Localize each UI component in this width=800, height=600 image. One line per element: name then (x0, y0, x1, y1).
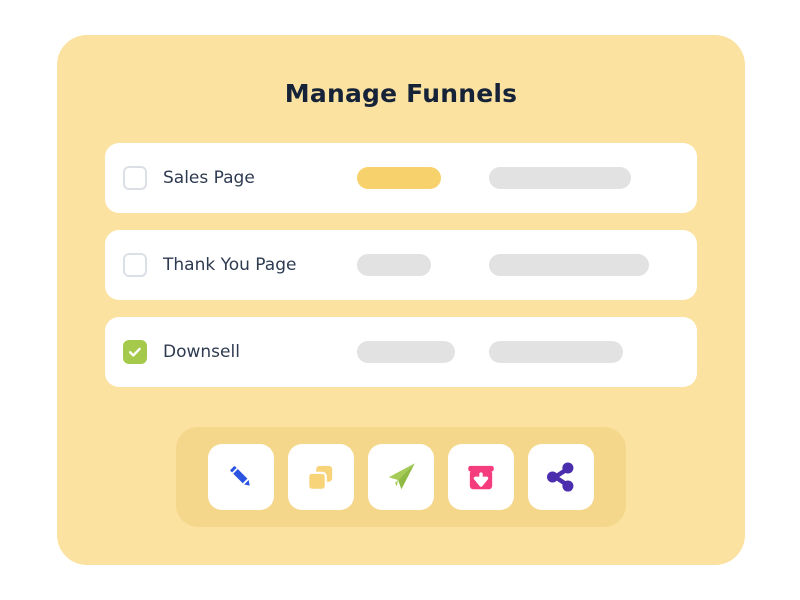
page-title: Manage Funnels (284, 79, 518, 108)
checkbox-empty-icon[interactable] (123, 166, 147, 190)
checkbox-empty-icon[interactable] (123, 253, 147, 277)
duplicate-button[interactable] (288, 444, 354, 510)
paper-plane-icon (388, 463, 415, 490)
status-placeholder-bar (357, 167, 441, 189)
list-item-label: Downsell (163, 342, 240, 362)
meta-placeholder-bar (489, 254, 649, 276)
manage-funnels-panel: Manage Funnels Sales Page Thank You Page (57, 35, 745, 565)
archive-download-icon (468, 465, 494, 490)
list-item-label: Thank You Page (163, 255, 297, 275)
funnel-list: Sales Page Thank You Page Downsell (105, 143, 697, 404)
list-item-label: Sales Page (163, 168, 255, 188)
copy-icon (307, 465, 333, 491)
status-placeholder-bar (357, 341, 455, 363)
list-item[interactable]: Thank You Page (105, 230, 697, 300)
archive-button[interactable] (448, 444, 514, 510)
status-placeholder-bar (357, 254, 431, 276)
screen: Manage Funnels Sales Page Thank You Page (0, 0, 800, 600)
list-item[interactable]: Downsell (105, 317, 697, 387)
publish-button[interactable] (368, 444, 434, 510)
list-item[interactable]: Sales Page (105, 143, 697, 213)
share-nodes-icon (546, 462, 574, 492)
meta-placeholder-bar (489, 341, 623, 363)
meta-placeholder-bar (489, 167, 631, 189)
edit-button[interactable] (208, 444, 274, 510)
action-toolbar (176, 427, 626, 527)
share-button[interactable] (528, 444, 594, 510)
checkbox-checked-icon[interactable] (123, 340, 147, 364)
pencil-icon (230, 466, 250, 486)
